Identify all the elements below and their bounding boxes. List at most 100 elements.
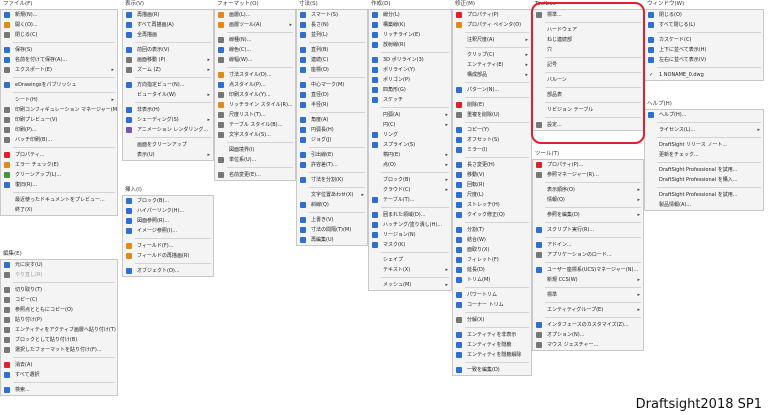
menu-item[interactable]: オプション(N)...: [533, 330, 643, 340]
menu-item[interactable]: 印刷プレビュー(V): [1, 115, 117, 125]
menu-item[interactable]: 元に戻す(U): [1, 260, 117, 270]
menu-item[interactable]: ライセンス(L)... ▸: [645, 125, 763, 135]
menu-item[interactable]: テキスト(X) ▸: [369, 265, 451, 275]
menu-item[interactable]: フィレット(F): [453, 255, 531, 265]
menu-item[interactable]: イメージ参照(I)...: [123, 226, 213, 236]
menu-item[interactable]: ビュータイル(W) ▸: [123, 90, 213, 100]
menu-item[interactable]: eDrawingsをパブリッシュ: [1, 80, 117, 90]
menu-item[interactable]: プロパティ(P): [453, 10, 531, 20]
menu-item[interactable]: 構成部品 ▸: [453, 70, 531, 80]
menu-item[interactable]: アニメーション レンダリング...: [123, 125, 213, 135]
menu-item[interactable]: プロパティ ペインタ(O): [453, 20, 531, 30]
menu-item[interactable]: エラー チェック(E): [1, 160, 117, 170]
menu-item[interactable]: ブロックとして貼り付け(B): [1, 335, 117, 345]
menu-item[interactable]: 半径(R): [297, 100, 367, 110]
menu-item[interactable]: 保存(S): [1, 45, 117, 55]
menu-item[interactable]: 分割(T): [453, 225, 531, 235]
menu-item[interactable]: 点(O) ▸: [369, 160, 451, 170]
menu-item[interactable]: 新規 CCS(W) ▸: [533, 275, 643, 285]
menu-item[interactable]: リッチライン(E): [369, 30, 451, 40]
menu-item[interactable]: 終了(X): [1, 205, 117, 215]
menu-item[interactable]: 点スタイル(P)...: [215, 80, 295, 90]
menu-title[interactable]: 寸法(S): [296, 0, 368, 9]
menu-item[interactable]: 線分(L): [369, 10, 451, 20]
menu-item[interactable]: 印刷スタイル(Y)...: [215, 90, 295, 100]
menu-item[interactable]: フィールドの再描画(R): [123, 251, 213, 261]
menu-item[interactable]: 面取り(X): [453, 245, 531, 255]
menu-item[interactable]: 最近使ったドキュメントをプレビュー...: [1, 195, 117, 205]
menu-item[interactable]: 長さ(N): [297, 20, 367, 30]
menu-item[interactable]: 座標(O): [297, 65, 367, 75]
menu-item[interactable]: 非表示(H): [123, 105, 213, 115]
menu-item[interactable]: 寸法の間隔(T)(M): [297, 225, 367, 235]
menu-item[interactable]: 標準 ▸: [533, 290, 643, 300]
menu-item[interactable]: ジョグ(J): [297, 135, 367, 145]
menu-item[interactable]: すべて閉じる(L): [645, 20, 763, 30]
menu-item[interactable]: コピー(C): [1, 295, 117, 305]
menu-item[interactable]: 結合(W): [453, 235, 531, 245]
menu-item[interactable]: ユーザー座標系(UCS)マネージャー(N)...: [533, 265, 643, 275]
menu-item[interactable]: ポリライン(Y): [369, 65, 451, 75]
menu-item[interactable]: 図面境界(I): [215, 145, 295, 155]
menu-item[interactable]: ブロック(B)...: [123, 196, 213, 206]
menu-item[interactable]: 製品情報(A)...: [645, 200, 763, 210]
menu-item[interactable]: 方向指定ビュー(N)...: [123, 80, 213, 90]
menu-item[interactable]: 斜線(Q): [297, 200, 367, 210]
menu-item[interactable]: 引出線(E): [297, 150, 367, 160]
menu-title[interactable]: ウィンドウ(W): [644, 0, 764, 9]
menu-item[interactable]: 尺度(L): [453, 190, 531, 200]
menu-item[interactable]: 左右に並べて表示(V): [645, 55, 763, 65]
menu-item[interactable]: エンティティ(E) ▸: [453, 60, 531, 70]
menu-item[interactable]: ハイパーリンク(H)...: [123, 206, 213, 216]
menu-item[interactable]: シェーディング(S) ▸: [123, 115, 213, 125]
menu-item[interactable]: クリップ(C) ▸: [453, 50, 531, 60]
menu-item[interactable]: 円弧(A) ▸: [369, 110, 451, 120]
menu-item[interactable]: 移動(V): [453, 170, 531, 180]
menu-item[interactable]: 直径(D): [297, 90, 367, 100]
menu-item[interactable]: 円(C) ▸: [369, 120, 451, 130]
menu-item[interactable]: リング: [369, 130, 451, 140]
menu-item[interactable]: 延長(D): [453, 265, 531, 275]
menu-item[interactable]: 画層ツール(A) ▸: [215, 20, 295, 30]
menu-item[interactable]: テーブル スタイル(B)...: [215, 120, 295, 130]
menu-title[interactable]: フォーマット(O): [214, 0, 296, 9]
menu-item[interactable]: テーブル(T)...: [369, 195, 451, 205]
menu-title[interactable]: ヘルプ(H): [644, 100, 764, 109]
menu-item[interactable]: DraftSight Professional を購入...: [645, 175, 763, 185]
menu-item[interactable]: 名前変更(E)...: [215, 170, 295, 180]
menu-item[interactable]: シート(H) ▸: [1, 95, 117, 105]
menu-item[interactable]: 許容差(T)...: [297, 160, 367, 170]
menu-title[interactable]: 作成(D): [368, 0, 452, 9]
menu-item[interactable]: ミラー(I): [453, 145, 531, 155]
menu-item[interactable]: 3D ポリライン(3): [369, 55, 451, 65]
menu-title[interactable]: 編集(E): [0, 250, 118, 259]
menu-item[interactable]: 表示順序(O) ▸: [533, 185, 643, 195]
menu-item[interactable]: 並列(L): [297, 30, 367, 40]
menu-item[interactable]: スクリプト実行(R)...: [533, 225, 643, 235]
menu-item[interactable]: 線幅(W)...: [215, 55, 295, 65]
menu-item[interactable]: スマート(S): [297, 10, 367, 20]
menu-item[interactable]: 再描画(R): [123, 10, 213, 20]
menu-item[interactable]: マスク(K): [369, 240, 451, 250]
menu-item[interactable]: プロパティ...: [1, 150, 117, 160]
menu-item[interactable]: インタフェースのカスタマイズ(Z)...: [533, 320, 643, 330]
menu-item[interactable]: スケッチ: [369, 95, 451, 105]
menu-item[interactable]: 直列(B): [297, 45, 367, 55]
menu-title[interactable]: 挿入(I): [122, 186, 214, 195]
menu-item[interactable]: 貼り付け(P): [1, 315, 117, 325]
menu-item[interactable]: マウス ジェスチャー...: [533, 340, 643, 350]
menu-title[interactable]: ファイル(F): [0, 0, 118, 9]
menu-item[interactable]: トリム(M): [453, 275, 531, 285]
menu-item[interactable]: DraftSight リリース ノート...: [645, 140, 763, 150]
menu-item[interactable]: 一致を編集(D): [453, 365, 531, 375]
menu-item[interactable]: スプライン(S): [369, 140, 451, 150]
menu-item[interactable]: 回転(R): [453, 180, 531, 190]
menu-item[interactable]: エンティティを隠蔽: [453, 340, 531, 350]
menu-item[interactable]: プロパティ(P)...: [533, 160, 643, 170]
menu-title[interactable]: 表示(V): [122, 0, 214, 9]
menu-item[interactable]: シェイプ: [369, 255, 451, 265]
menu-item[interactable]: ズーム (Z) ▸: [123, 65, 213, 75]
menu-item[interactable]: ブロック(B) ▸: [369, 175, 451, 185]
menu-item[interactable]: 線種(N)...: [215, 35, 295, 45]
menu-item[interactable]: DraftSight Professional を試用...: [645, 190, 763, 200]
